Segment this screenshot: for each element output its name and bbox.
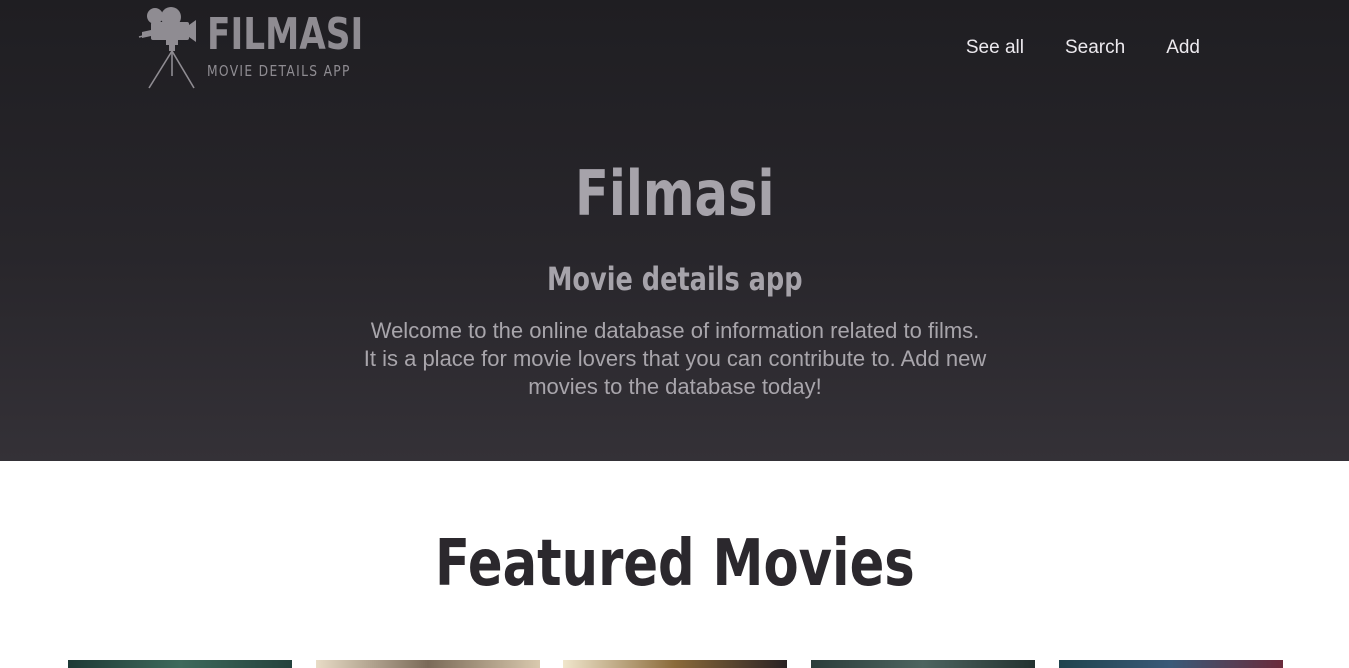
movie-poster[interactable] <box>316 660 540 668</box>
hero-paragraph-1: Welcome to the online database of inform… <box>370 318 980 343</box>
hero-title: Filmasi <box>0 156 1349 232</box>
hero-title-text: Filmasi <box>574 157 775 230</box>
featured-movies-list <box>68 660 1283 668</box>
hero-subtitle: Movie details app <box>0 258 1349 300</box>
nav-search-link[interactable]: Search <box>1065 36 1125 60</box>
hero-subtitle-text: Movie details app <box>546 260 803 298</box>
hero-paragraph-2: It is a place for movie lovers that you … <box>363 346 987 399</box>
movie-poster[interactable] <box>811 660 1035 668</box>
main-nav: See all Search Add <box>966 36 1200 60</box>
nav-add-link[interactable]: Add <box>1166 36 1200 60</box>
featured-movies-heading: Featured Movies <box>0 524 1349 604</box>
hero-description: Welcome to the online database of inform… <box>354 317 996 401</box>
movie-camera-on-tripod-icon <box>138 7 196 89</box>
brand-name: FILMASI <box>207 9 364 60</box>
movie-poster[interactable] <box>68 660 292 668</box>
featured-movies-heading-text: Featured Movies <box>434 527 915 601</box>
brand-tagline: MOVIE DETAILS APP <box>207 62 351 80</box>
movie-poster[interactable] <box>563 660 787 668</box>
hero-header: FILMASI MOVIE DETAILS APP See all Search… <box>0 0 1349 461</box>
brand-logo[interactable]: FILMASI MOVIE DETAILS APP <box>138 4 378 90</box>
movie-poster[interactable] <box>1059 660 1283 668</box>
nav-see-all-link[interactable]: See all <box>966 36 1024 60</box>
